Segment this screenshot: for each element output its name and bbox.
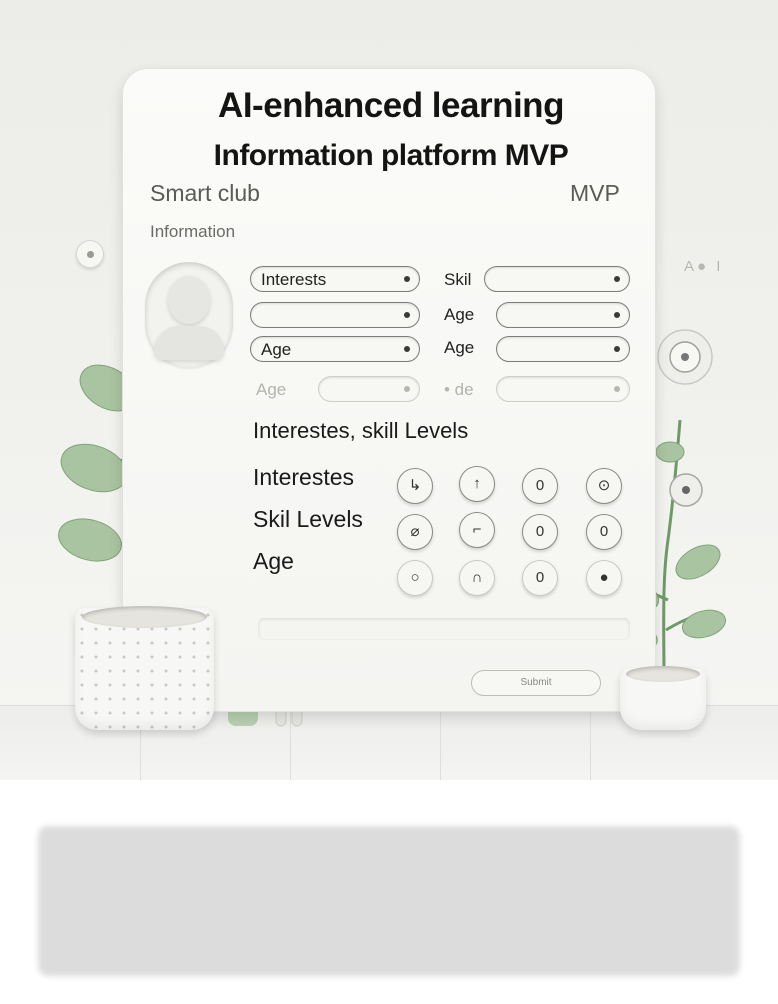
empty-field[interactable]	[250, 302, 420, 328]
dropdown-dot-icon	[404, 386, 410, 392]
code-field-faint[interactable]	[496, 376, 630, 402]
skill-label: Skil	[444, 270, 472, 289]
scene: A● I AI-enhanced learning Information pl…	[0, 0, 778, 780]
option-knob[interactable]: 0	[522, 560, 558, 596]
age-label-faint: Age	[256, 380, 287, 399]
ring-icon	[657, 329, 713, 385]
dropdown-dot-icon	[404, 346, 410, 352]
row-label-age: Age	[253, 548, 294, 574]
option-knob[interactable]: ●	[586, 560, 622, 596]
floor-line	[590, 705, 591, 780]
dropdown-dot-icon	[404, 276, 410, 282]
age-field[interactable]	[496, 302, 630, 328]
side-text: A● I	[684, 258, 724, 275]
decorative-dot-icon	[76, 240, 104, 268]
age-select-label: Age	[261, 340, 292, 359]
option-knob[interactable]: ⊙	[586, 468, 622, 504]
submit-button[interactable]: Submit	[471, 670, 601, 696]
floor-line	[440, 705, 441, 780]
pot-soil	[626, 666, 700, 682]
interests-label: Interests	[261, 270, 327, 289]
option-knob[interactable]: ∩	[459, 560, 495, 596]
page-title-line2: Information platform MVP	[213, 139, 569, 172]
option-knob[interactable]: ⌐	[459, 512, 495, 548]
age-field-faint[interactable]	[318, 376, 420, 402]
row-label-interests: Interestes	[253, 464, 354, 490]
dropdown-dot-icon	[614, 312, 620, 318]
club-name: Smart club	[150, 180, 260, 206]
blurred-caption-area	[38, 826, 740, 976]
avatar-head-icon	[168, 276, 210, 324]
section-label: Information	[150, 222, 236, 241]
option-knob[interactable]: 0	[586, 514, 622, 550]
code-label-faint: • de	[444, 380, 474, 399]
avatar-body-icon	[154, 326, 224, 360]
dropdown-dot-icon	[614, 346, 620, 352]
option-knob[interactable]: ↳	[397, 468, 433, 504]
skill-field[interactable]	[484, 266, 630, 292]
dropdown-dot-icon	[404, 312, 410, 318]
section-heading: Interestes, skill Levels	[253, 418, 469, 443]
age-label: Age	[444, 305, 475, 324]
option-knob[interactable]: ○	[397, 560, 433, 596]
option-knob[interactable]: ⌀	[397, 514, 433, 550]
option-knob[interactable]: ↑	[459, 466, 495, 502]
dropdown-dot-icon	[614, 276, 620, 282]
option-knob[interactable]: 0	[522, 514, 558, 550]
row-label-skill: Skil Levels	[253, 506, 363, 532]
divider-bar	[258, 618, 630, 640]
option-knob[interactable]: 0	[522, 468, 558, 504]
age-select[interactable]: Age	[250, 336, 420, 362]
pot-soil	[82, 606, 207, 628]
avatar[interactable]	[145, 262, 233, 368]
age-field-2[interactable]	[496, 336, 630, 362]
age-label-2: Age	[444, 338, 475, 357]
page-title: AI-enhanced learning	[218, 86, 564, 125]
interests-field[interactable]: Interests	[250, 266, 420, 292]
dropdown-dot-icon	[614, 386, 620, 392]
mvp-tag: MVP	[570, 180, 620, 206]
